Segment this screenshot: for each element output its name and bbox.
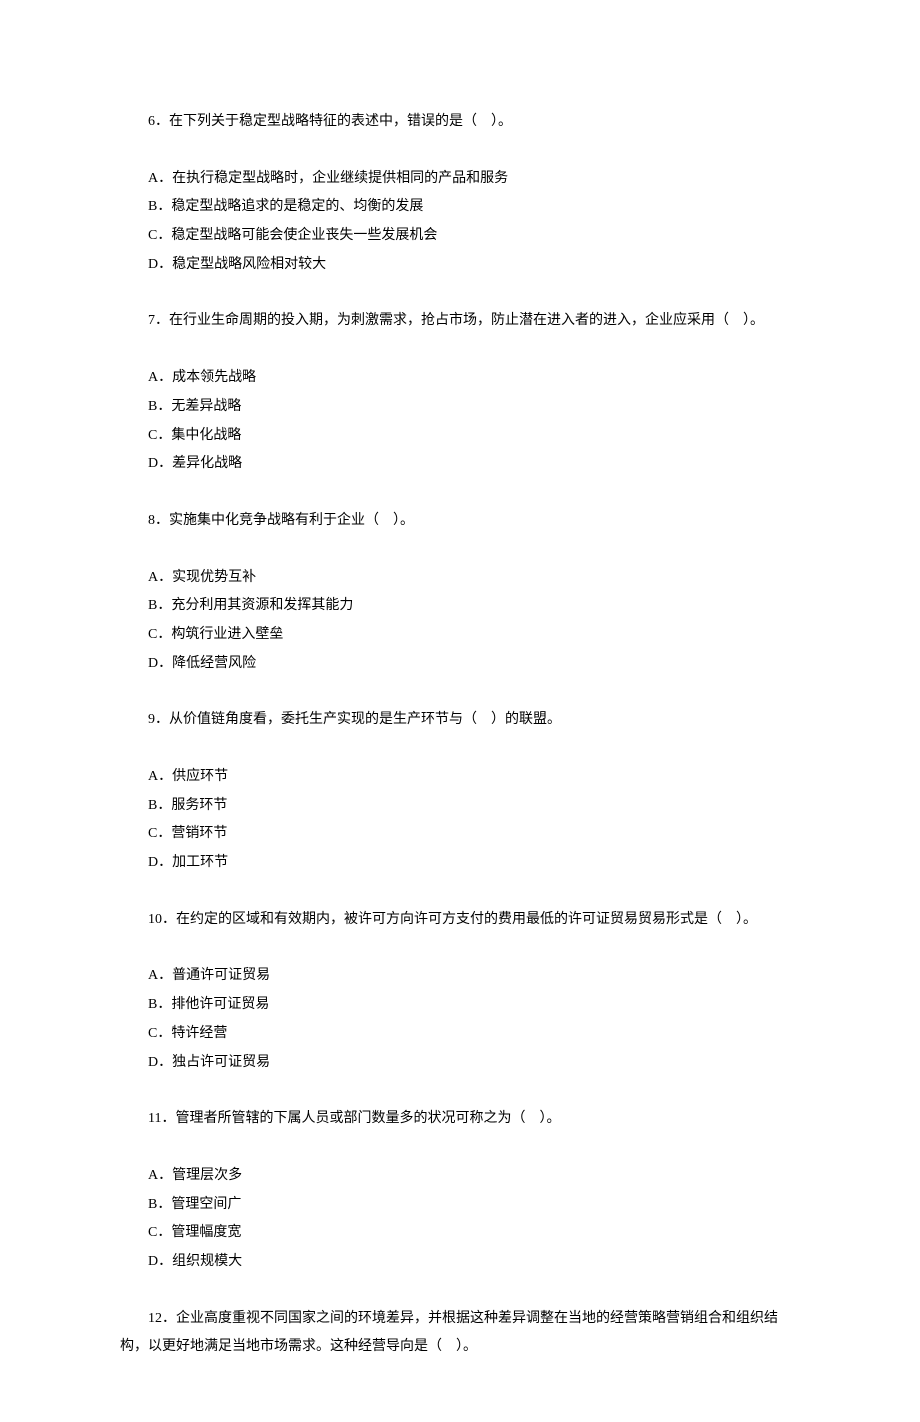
exam-page: 6．在下列关于稳定型战略特征的表述中，错误的是（ ）。 A．在执行稳定型战略时，… bbox=[0, 0, 920, 1422]
option-b: B．服务环节 bbox=[120, 792, 800, 821]
option-d: D．加工环节 bbox=[120, 849, 800, 878]
option-c: C．集中化战略 bbox=[120, 422, 800, 451]
options-list: A．供应环节 B．服务环节 C．营销环节 D．加工环节 bbox=[120, 763, 800, 878]
option-a: A．普通许可证贸易 bbox=[120, 962, 800, 991]
question-stem: 7．在行业生命周期的投入期，为刺激需求，抢占市场，防止潜在进入者的进入，企业应采… bbox=[120, 307, 800, 336]
question-block: 12．企业高度重视不同国家之间的环境差异，并根据这种差异调整在当地的经营策略营销… bbox=[120, 1305, 800, 1362]
option-d: D．独占许可证贸易 bbox=[120, 1049, 800, 1078]
option-a: A．供应环节 bbox=[120, 763, 800, 792]
option-c: C．稳定型战略可能会使企业丧失一些发展机会 bbox=[120, 222, 800, 251]
question-stem: 10．在约定的区域和有效期内，被许可方向许可方支付的费用最低的许可证贸易贸易形式… bbox=[120, 906, 800, 935]
question-block: 11．管理者所管辖的下属人员或部门数量多的状况可称之为（ ）。 A．管理层次多 … bbox=[120, 1105, 800, 1276]
question-stem: 12．企业高度重视不同国家之间的环境差异，并根据这种差异调整在当地的经营策略营销… bbox=[120, 1305, 800, 1362]
option-a: A．实现优势互补 bbox=[120, 564, 800, 593]
question-block: 8．实施集中化竞争战略有利于企业（ ）。 A．实现优势互补 B．充分利用其资源和… bbox=[120, 507, 800, 678]
question-stem: 6．在下列关于稳定型战略特征的表述中，错误的是（ ）。 bbox=[120, 108, 800, 137]
question-stem: 9．从价值链角度看，委托生产实现的是生产环节与（ ）的联盟。 bbox=[120, 706, 800, 735]
option-a: A．成本领先战略 bbox=[120, 364, 800, 393]
option-b: B．排他许可证贸易 bbox=[120, 991, 800, 1020]
question-stem: 11．管理者所管辖的下属人员或部门数量多的状况可称之为（ ）。 bbox=[120, 1105, 800, 1134]
option-d: D．降低经营风险 bbox=[120, 650, 800, 679]
option-d: D．差异化战略 bbox=[120, 450, 800, 479]
question-block: 10．在约定的区域和有效期内，被许可方向许可方支付的费用最低的许可证贸易贸易形式… bbox=[120, 906, 800, 1077]
options-list: A．普通许可证贸易 B．排他许可证贸易 C．特许经营 D．独占许可证贸易 bbox=[120, 962, 800, 1077]
option-c: C．管理幅度宽 bbox=[120, 1219, 800, 1248]
option-a: A．管理层次多 bbox=[120, 1162, 800, 1191]
option-c: C．营销环节 bbox=[120, 820, 800, 849]
option-c: C．特许经营 bbox=[120, 1020, 800, 1049]
question-stem: 8．实施集中化竞争战略有利于企业（ ）。 bbox=[120, 507, 800, 536]
option-b: B．无差异战略 bbox=[120, 393, 800, 422]
option-b: B．充分利用其资源和发挥其能力 bbox=[120, 592, 800, 621]
option-a: A．在执行稳定型战略时，企业继续提供相同的产品和服务 bbox=[120, 165, 800, 194]
option-d: D．稳定型战略风险相对较大 bbox=[120, 251, 800, 280]
options-list: A．在执行稳定型战略时，企业继续提供相同的产品和服务 B．稳定型战略追求的是稳定… bbox=[120, 165, 800, 280]
option-c: C．构筑行业进入壁垒 bbox=[120, 621, 800, 650]
question-block: 9．从价值链角度看，委托生产实现的是生产环节与（ ）的联盟。 A．供应环节 B．… bbox=[120, 706, 800, 877]
option-b: B．稳定型战略追求的是稳定的、均衡的发展 bbox=[120, 193, 800, 222]
options-list: A．管理层次多 B．管理空间广 C．管理幅度宽 D．组织规模大 bbox=[120, 1162, 800, 1277]
option-b: B．管理空间广 bbox=[120, 1191, 800, 1220]
options-list: A．实现优势互补 B．充分利用其资源和发挥其能力 C．构筑行业进入壁垒 D．降低… bbox=[120, 564, 800, 679]
question-block: 7．在行业生命周期的投入期，为刺激需求，抢占市场，防止潜在进入者的进入，企业应采… bbox=[120, 307, 800, 478]
options-list: A．成本领先战略 B．无差异战略 C．集中化战略 D．差异化战略 bbox=[120, 364, 800, 479]
question-block: 6．在下列关于稳定型战略特征的表述中，错误的是（ ）。 A．在执行稳定型战略时，… bbox=[120, 108, 800, 279]
option-d: D．组织规模大 bbox=[120, 1248, 800, 1277]
